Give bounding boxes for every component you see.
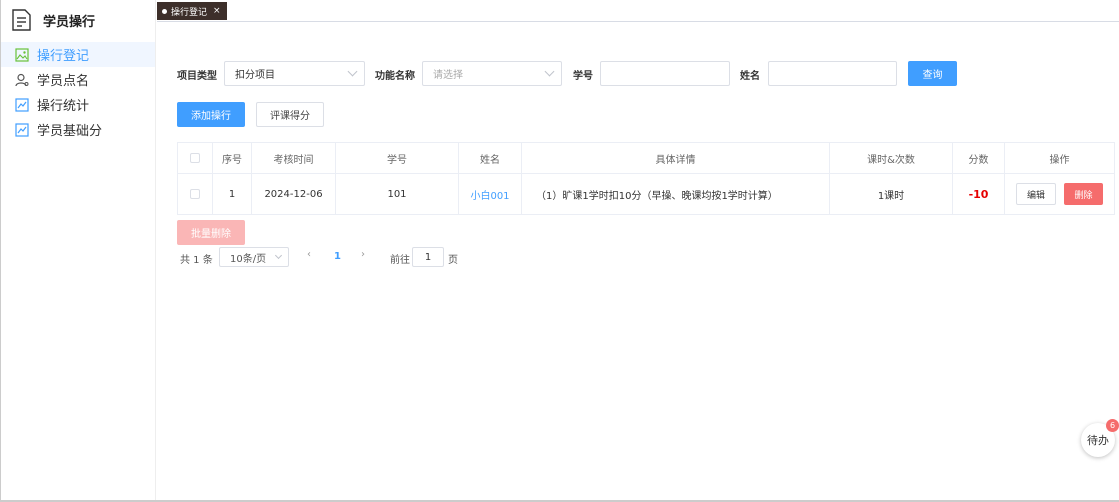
page-size-select[interactable]: 10条/页 <box>219 247 289 267</box>
add-conduct-button[interactable]: 添加操行 <box>177 102 245 127</box>
query-button[interactable]: 查询 <box>908 61 957 86</box>
sidebar-item-roll-call[interactable]: 学员点名 <box>1 67 155 92</box>
header-select-all[interactable] <box>178 143 213 173</box>
row-actions: 编辑 删除 <box>1005 174 1114 214</box>
document-icon <box>12 9 31 31</box>
brand: 学员操行 <box>1 0 155 40</box>
row-select[interactable] <box>178 174 213 214</box>
function-name-select[interactable]: 请选择 <box>422 61 562 86</box>
sidebar-item-label: 学员基础分 <box>37 124 103 139</box>
header-cell: 考核时间 <box>252 143 336 173</box>
sidebar-item-label: 学员点名 <box>37 74 90 89</box>
sidebar-item-conduct-register[interactable]: 操行登记 <box>1 42 155 67</box>
project-type-select[interactable]: 扣分项目 <box>224 61 365 86</box>
checkbox[interactable] <box>190 189 200 199</box>
sidebar-item-label: 操行统计 <box>37 99 90 114</box>
header-cell: 学号 <box>336 143 459 173</box>
goto-page-input[interactable]: 1 <box>412 247 444 267</box>
header-cell: 操作 <box>1049 154 1070 166</box>
tab-label: 操行登记 <box>171 7 208 18</box>
close-icon[interactable]: × <box>213 6 221 16</box>
student-no-input[interactable] <box>600 61 730 86</box>
prev-page-button[interactable]: ‹ <box>307 249 311 260</box>
row-student-no: 101 <box>336 174 459 214</box>
chevron-down-icon <box>347 66 358 77</box>
delete-button[interactable]: 删除 <box>1064 183 1103 205</box>
user-icon <box>15 73 29 86</box>
name-label: 姓名 <box>740 71 760 82</box>
row-detail: （1）旷课1学时扣10分（早操、晚课均按1学时计算） <box>522 174 830 214</box>
table-row: 1 2024-12-06 101 小白001 （1）旷课1学时扣10分（早操、晚… <box>178 174 1114 214</box>
table-header-row: 序号 考核时间 学号 姓名 具体详情 课时&次数 分数 操作 <box>178 143 1114 174</box>
name-input[interactable] <box>768 61 897 86</box>
image-icon <box>15 47 29 62</box>
total-count: 共 1 条 <box>180 255 213 266</box>
app-title: 学员操行 <box>43 14 96 30</box>
chevron-down-icon <box>274 251 283 260</box>
chevron-down-icon <box>544 66 555 77</box>
sidebar: 学员操行 操行登记 学员点名 操行统计 学员基础分 <box>0 0 156 502</box>
sidebar-item-label: 操行登记 <box>37 49 90 64</box>
rate-course-button[interactable]: 评课得分 <box>256 102 324 127</box>
row-hours: 1课时 <box>830 174 953 214</box>
current-page[interactable]: 1 <box>334 251 341 262</box>
active-dot-icon <box>162 8 167 14</box>
batch-delete-button[interactable]: 批量删除 <box>177 220 245 245</box>
goto-label: 前往 <box>390 255 410 266</box>
chart-icon <box>15 97 29 112</box>
checkbox[interactable] <box>190 153 200 163</box>
row-index: 1 <box>213 174 252 214</box>
page-size-value: 10条/页 <box>230 253 267 265</box>
sidebar-item-base-score[interactable]: 学员基础分 <box>1 117 155 142</box>
function-name-label: 功能名称 <box>375 71 415 82</box>
row-date: 2024-12-06 <box>252 174 336 214</box>
tab-conduct-register[interactable]: 操行登记 × <box>157 2 227 20</box>
header-cell: 分数 <box>953 143 1005 173</box>
sidebar-item-conduct-stats[interactable]: 操行统计 <box>1 92 155 117</box>
project-type-value: 扣分项目 <box>235 70 275 81</box>
function-name-placeholder: 请选择 <box>433 70 463 81</box>
conduct-table: 序号 考核时间 学号 姓名 具体详情 课时&次数 分数 操作 1 2024-12… <box>177 142 1115 215</box>
student-no-label: 学号 <box>573 71 593 82</box>
header-cell: 序号 <box>213 143 252 173</box>
row-score: -10 <box>968 187 989 201</box>
header-cell: 课时&次数 <box>830 143 953 173</box>
todo-label: 待办 <box>1087 434 1109 447</box>
next-page-button[interactable]: › <box>361 249 365 260</box>
header-cell: 姓名 <box>459 143 522 173</box>
project-type-label: 项目类型 <box>177 71 217 82</box>
header-cell: 具体详情 <box>522 143 830 173</box>
todo-badge: 6 <box>1106 419 1119 432</box>
chart-icon <box>15 122 29 137</box>
tab-strip: 操行登记 × <box>157 0 1119 22</box>
page-suffix: 页 <box>448 255 458 266</box>
edit-button[interactable]: 编辑 <box>1016 183 1056 205</box>
row-name-cell: 小白001 <box>459 174 522 214</box>
student-name-link[interactable]: 小白001 <box>470 187 509 202</box>
row-score-cell: -10 <box>953 174 1005 214</box>
